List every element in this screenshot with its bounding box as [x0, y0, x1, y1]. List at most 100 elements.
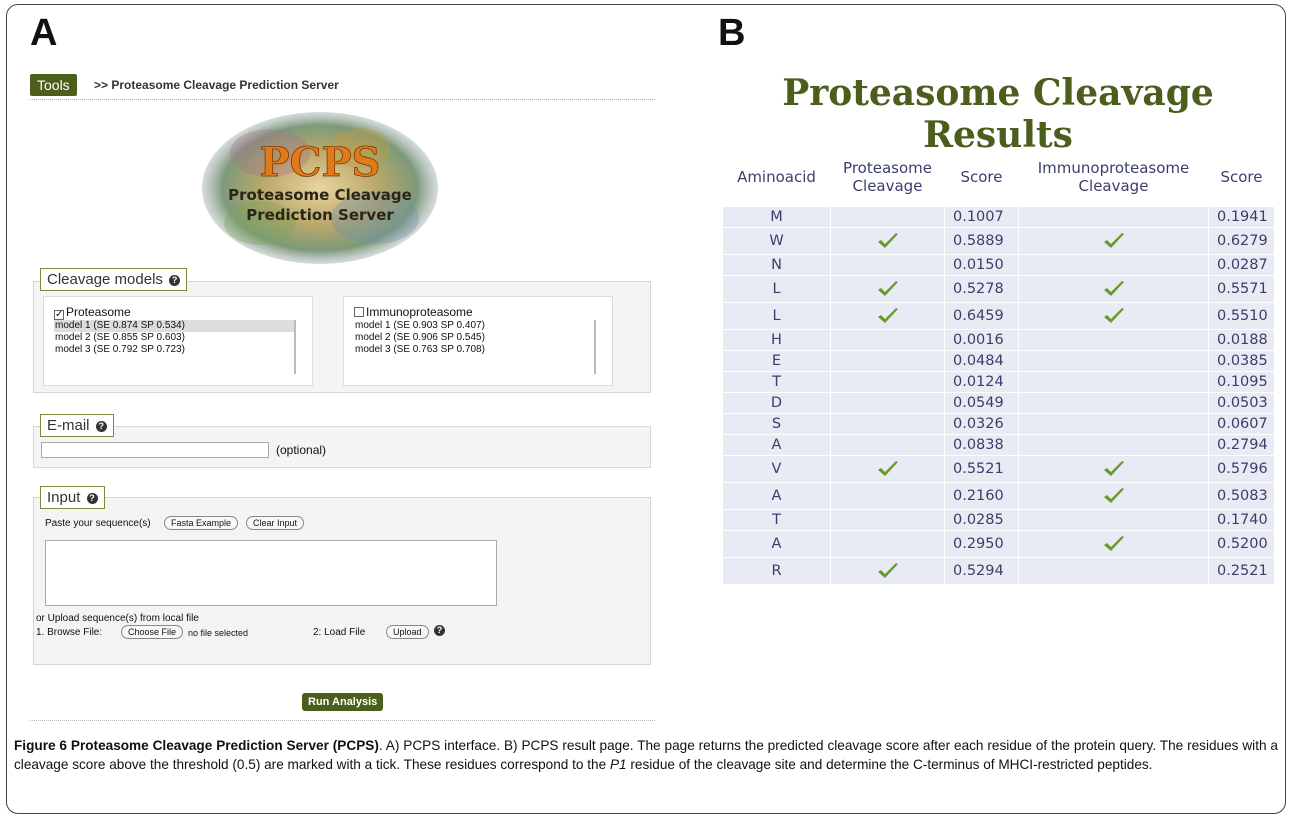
proteasome-cleavage-cell: [830, 370, 945, 393]
immunoproteasome-score-cell: 0.0607: [1208, 412, 1275, 435]
table-row: E 0.0484 0.0385: [722, 349, 1275, 372]
proteasome-cleavage-cell: [830, 412, 945, 435]
input-title: Input: [47, 489, 81, 506]
help-icon[interactable]: ?: [86, 492, 98, 504]
table-row: W 0.5889 0.6279: [722, 226, 1275, 255]
tools-button[interactable]: Tools: [30, 74, 77, 96]
table-row: L 0.6459 0.5510: [722, 301, 1275, 330]
proteasome-cleavage-cell: [830, 301, 945, 330]
check-mark-icon: [876, 307, 900, 324]
immunoproteasome-model-option[interactable]: model 1 (SE 0.903 SP 0.407): [354, 320, 594, 332]
no-file-label: no file selected: [188, 628, 249, 638]
proteasome-model-option[interactable]: model 1 (SE 0.874 SP 0.534): [54, 320, 294, 332]
immunoproteasome-checkbox[interactable]: [354, 307, 364, 317]
proteasome-score-cell: 0.2950: [944, 529, 1019, 558]
immunoproteasome-cleavage-cell: [1018, 433, 1209, 456]
immunoproteasome-cleavage-cell: [1018, 205, 1209, 228]
proteasome-score-cell: 0.0326: [944, 412, 1019, 435]
proteasome-score-cell: 0.0150: [944, 253, 1019, 276]
help-icon[interactable]: ?: [434, 625, 445, 636]
run-analysis-button[interactable]: Run Analysis: [302, 693, 384, 711]
caption-text-2: residue of the cleavage site and determi…: [626, 757, 1153, 772]
table-row: D 0.0549 0.0503: [722, 391, 1275, 414]
proteasome-model-option[interactable]: model 3 (SE 0.792 SP 0.723): [54, 344, 294, 356]
immunoproteasome-cleavage-cell: [1018, 481, 1209, 510]
proteasome-checkbox[interactable]: ✓: [54, 310, 64, 320]
proteasome-cleavage-cell: [830, 274, 945, 303]
header-proteasome-score: Score: [960, 167, 1003, 186]
immunoproteasome-cleavage-cell: [1018, 508, 1209, 531]
proteasome-cleavage-cell: [830, 529, 945, 558]
table-row: A 0.2160 0.5083: [722, 481, 1275, 510]
immunoproteasome-cleavage-cell: [1018, 253, 1209, 276]
check-mark-icon: [1102, 460, 1126, 477]
proteasome-cleavage-cell: [830, 556, 945, 585]
sequence-textarea[interactable]: [45, 540, 497, 606]
immunoproteasome-model-option[interactable]: model 3 (SE 0.763 SP 0.708): [354, 344, 594, 356]
proteasome-score-cell: 0.0549: [944, 391, 1019, 414]
proteasome-checkbox-row[interactable]: ✓ Proteasome: [54, 305, 131, 320]
table-row: A 0.0838 0.2794: [722, 433, 1275, 456]
panel-letter-a: A: [30, 12, 58, 54]
table-row: T 0.0124 0.1095: [722, 370, 1275, 393]
aminoacid-cell: A: [722, 481, 831, 510]
choose-file-button[interactable]: Choose File: [121, 625, 184, 639]
divider: [30, 720, 655, 721]
clear-input-button[interactable]: Clear Input: [246, 516, 305, 530]
immunoproteasome-cleavage-cell: [1018, 529, 1209, 558]
immunoproteasome-model-select[interactable]: model 1 (SE 0.903 SP 0.407) model 2 (SE …: [354, 320, 596, 374]
upload-button[interactable]: Upload: [386, 625, 429, 639]
proteasome-score-cell: 0.6459: [944, 301, 1019, 330]
results-title: Proteasome Cleavage Results: [782, 72, 1214, 156]
caption-label: Figure 6 Proteasome Cleavage Prediction …: [14, 738, 379, 753]
results-header-row: Aminoacid Proteasome Cleavage Score Immu…: [723, 148, 1275, 206]
aminoacid-cell: L: [722, 301, 831, 330]
email-legend: E-mail ?: [40, 414, 114, 437]
immunoproteasome-cleavage-cell: [1018, 328, 1209, 351]
immunoproteasome-model-box: Immunoproteasome model 1 (SE 0.903 SP 0.…: [343, 296, 613, 386]
immunoproteasome-cleavage-cell: [1018, 412, 1209, 435]
immunoproteasome-checkbox-row[interactable]: Immunoproteasome: [354, 305, 473, 319]
table-row: L 0.5278 0.5571: [722, 274, 1275, 303]
immunoproteasome-score-cell: 0.2794: [1208, 433, 1275, 456]
email-field[interactable]: [41, 442, 269, 458]
aminoacid-cell: R: [722, 556, 831, 585]
check-mark-icon: [876, 460, 900, 477]
aminoacid-cell: D: [722, 391, 831, 414]
proteasome-cleavage-cell: [830, 226, 945, 255]
immunoproteasome-label: Immunoproteasome: [366, 305, 473, 319]
table-row: R 0.5294 0.2521: [722, 556, 1275, 585]
proteasome-score-cell: 0.5889: [944, 226, 1019, 255]
immunoproteasome-cleavage-cell: [1018, 370, 1209, 393]
email-optional-label: (optional): [276, 443, 327, 457]
check-mark-icon: [1102, 535, 1126, 552]
help-icon[interactable]: ?: [95, 420, 107, 432]
aminoacid-cell: T: [722, 508, 831, 531]
aminoacid-cell: M: [722, 205, 831, 228]
proteasome-score-cell: 0.5521: [944, 454, 1019, 483]
help-icon[interactable]: ?: [169, 274, 181, 286]
immunoproteasome-model-option[interactable]: model 2 (SE 0.906 SP 0.545): [354, 332, 594, 344]
header-immunoproteasome-score: Score: [1220, 167, 1263, 186]
check-mark-icon: [876, 562, 900, 579]
header-aminoacid: Aminoacid: [737, 167, 816, 186]
immunoproteasome-score-cell: 0.5200: [1208, 529, 1275, 558]
cleavage-models-title: Cleavage models: [47, 271, 163, 288]
load-file-label: 2: Load File: [313, 627, 366, 638]
proteasome-cleavage-cell: [830, 391, 945, 414]
proteasome-model-option[interactable]: model 2 (SE 0.855 SP 0.603): [54, 332, 294, 344]
table-row: H 0.0016 0.0188: [722, 328, 1275, 351]
immunoproteasome-score-cell: 0.1740: [1208, 508, 1275, 531]
table-row: M 0.1007 0.1941: [722, 205, 1275, 228]
logo-acronym: PCPS: [260, 139, 381, 186]
proteasome-label: Proteasome: [66, 305, 131, 319]
proteasome-cleavage-cell: [830, 205, 945, 228]
proteasome-score-cell: 0.0484: [944, 349, 1019, 372]
aminoacid-cell: W: [722, 226, 831, 255]
proteasome-model-select[interactable]: model 1 (SE 0.874 SP 0.534) model 2 (SE …: [54, 320, 296, 374]
fasta-example-button[interactable]: Fasta Example: [164, 516, 239, 530]
results-table: Aminoacid Proteasome Cleavage Score Immu…: [722, 148, 1275, 585]
check-mark-icon: [876, 232, 900, 249]
immunoproteasome-score-cell: 0.5571: [1208, 274, 1275, 303]
proteasome-score-cell: 0.2160: [944, 481, 1019, 510]
